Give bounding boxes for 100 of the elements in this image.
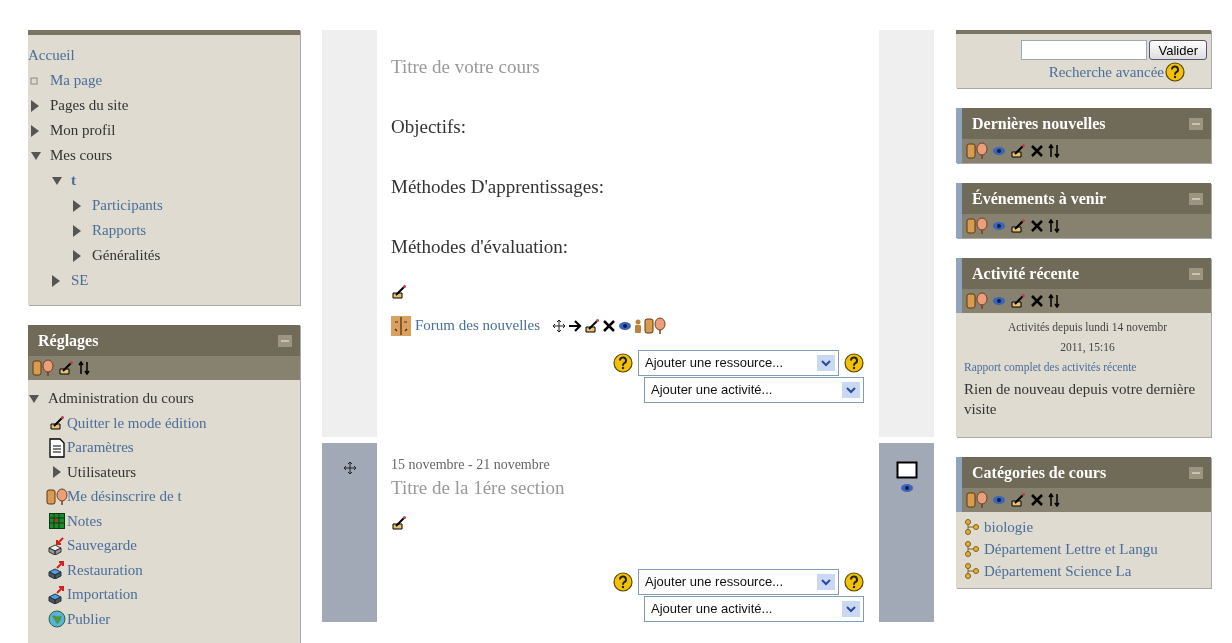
settings-item[interactable]: Quitter le mode édition — [67, 414, 207, 432]
up-down-arrows-icon[interactable] — [1048, 493, 1060, 507]
collapsed-arrow-icon[interactable] — [72, 198, 82, 213]
edit-icon[interactable] — [1010, 492, 1026, 508]
right-arrow-icon[interactable] — [568, 319, 582, 332]
collapsed-arrow-icon[interactable] — [30, 123, 40, 138]
eye-icon[interactable] — [899, 483, 914, 493]
edit-icon[interactable] — [1010, 293, 1026, 309]
expanded-arrow-icon[interactable] — [51, 175, 63, 186]
block-title: Réglages — [38, 331, 99, 350]
help-icon[interactable] — [613, 571, 633, 592]
block-title: Activité récente — [972, 264, 1080, 283]
activity-dropdown[interactable]: Ajouter une activité... — [644, 376, 864, 403]
caret-icon — [842, 600, 860, 617]
expanded-arrow-icon[interactable] — [30, 150, 42, 161]
up-down-arrows-icon[interactable] — [1048, 144, 1060, 158]
full-report-link[interactable]: Rapport complet des activités récente — [964, 361, 1211, 373]
people-icon — [45, 487, 68, 506]
delete-icon[interactable] — [602, 318, 616, 333]
collapsed-arrow-icon[interactable] — [30, 98, 40, 113]
box-arrow-icon — [47, 585, 66, 604]
block-toggle-icon[interactable] — [1189, 267, 1203, 280]
edit-icon[interactable] — [1010, 143, 1026, 159]
navigation-item[interactable]: t — [71, 172, 76, 189]
navigation-item[interactable]: Ma page — [50, 72, 103, 89]
settings-item[interactable]: Importation — [67, 586, 138, 604]
document-icon — [48, 437, 65, 458]
collapsed-arrow-icon[interactable] — [72, 223, 82, 238]
block-title: Événements à venir — [972, 189, 1107, 208]
block-toggle-icon[interactable] — [1189, 192, 1203, 205]
edit-icon[interactable] — [1010, 218, 1026, 234]
collapsed-arrow-icon[interactable] — [51, 273, 61, 288]
section-dates: 15 novembre - 21 novembre — [391, 457, 551, 473]
people-icon[interactable] — [966, 491, 988, 509]
resource-dropdown[interactable]: Ajouter une ressource... — [638, 568, 839, 595]
edit-icon[interactable] — [584, 317, 600, 334]
people-icon[interactable] — [966, 217, 988, 235]
help-icon[interactable] — [613, 352, 633, 373]
block-toggle-icon[interactable] — [1189, 117, 1203, 130]
settings-item[interactable]: Publier — [67, 610, 111, 628]
navigation-item[interactable]: Participants — [92, 197, 163, 214]
section-heading: Méthodes d'évaluation: — [391, 236, 570, 258]
eye-icon[interactable] — [618, 320, 632, 331]
activity-dropdown[interactable]: Ajouter une activité... — [644, 595, 864, 622]
edit-icon[interactable] — [391, 283, 407, 300]
block-toggle-icon[interactable] — [1189, 466, 1203, 479]
category-icon — [964, 519, 982, 535]
settings-item[interactable]: Sauvegarde — [67, 537, 137, 555]
block-toggle-icon[interactable] — [278, 334, 292, 347]
category-link[interactable]: biologie — [984, 518, 1034, 536]
category-link[interactable]: Département Lettre et Langu — [984, 540, 1158, 558]
settings-item[interactable]: Notes — [67, 512, 102, 530]
settings-section[interactable]: Administration du cours — [48, 390, 194, 407]
settings-item[interactable]: Utilisateurs — [67, 463, 137, 481]
navigation-item[interactable]: Généralités — [92, 247, 161, 264]
navigation-item[interactable]: Rapports — [92, 222, 147, 239]
category-icon — [964, 541, 982, 557]
expanded-arrow-icon[interactable] — [28, 393, 40, 404]
caret-icon — [842, 381, 860, 398]
edit-icon[interactable] — [58, 360, 74, 376]
category-link[interactable]: Département Science La — [984, 562, 1132, 580]
people-icon[interactable] — [966, 142, 988, 160]
resource-dropdown[interactable]: Ajouter une ressource... — [638, 349, 839, 376]
move-icon[interactable] — [342, 461, 357, 475]
settings-item[interactable]: Paramètres — [67, 439, 134, 457]
move-icon[interactable] — [552, 318, 566, 333]
navigation-item[interactable]: Pages du site — [50, 97, 129, 114]
up-down-arrows-icon[interactable] — [1048, 294, 1060, 308]
navigation-item[interactable]: SE — [71, 272, 89, 289]
people-icon[interactable] — [966, 292, 988, 310]
box-arrow-icon — [47, 561, 66, 580]
activity-link[interactable]: Forum des nouvelles — [415, 317, 540, 335]
recent-since-text: Activités depuis lundi 14 novembr — [1006, 320, 1169, 336]
people-icon[interactable] — [644, 316, 666, 335]
edit-icon[interactable] — [391, 514, 407, 531]
advanced-search-link[interactable]: Recherche avancée — [1048, 63, 1164, 81]
collapsed-arrow-icon[interactable] — [72, 248, 82, 263]
settings-item[interactable]: Restauration — [67, 561, 143, 579]
navigation-item[interactable]: Mon profil — [50, 122, 116, 139]
section-title: Titre de la 1ére section — [391, 477, 566, 499]
up-down-arrows-icon[interactable] — [1048, 219, 1060, 233]
help-icon[interactable] — [844, 352, 864, 373]
navigation-item[interactable]: Accueil — [28, 47, 75, 64]
recent-since-text: 2011, 15:16 — [1059, 340, 1116, 355]
up-down-arrows-icon[interactable] — [78, 361, 90, 375]
square-icon[interactable] — [895, 461, 918, 479]
help-icon[interactable] — [844, 571, 864, 592]
forum-icon — [391, 315, 411, 336]
collapsed-arrow-icon[interactable] — [51, 465, 62, 480]
search-button[interactable]: Valider — [1149, 40, 1207, 60]
settings-item[interactable]: Me désinscrire de t — [67, 488, 182, 506]
recent-message: Rien de nouveau depuis votre dernière visite — [964, 380, 1197, 419]
block-title: Catégories de cours — [972, 463, 1107, 482]
grid-icon — [48, 513, 65, 530]
search-field[interactable] — [1021, 40, 1148, 60]
box-arrow-icon — [47, 536, 66, 555]
help-icon[interactable] — [1165, 62, 1185, 82]
caret-icon — [817, 354, 835, 371]
navigation-item[interactable]: Mes cours — [50, 147, 113, 164]
section-heading: Objectifs: — [391, 116, 467, 138]
